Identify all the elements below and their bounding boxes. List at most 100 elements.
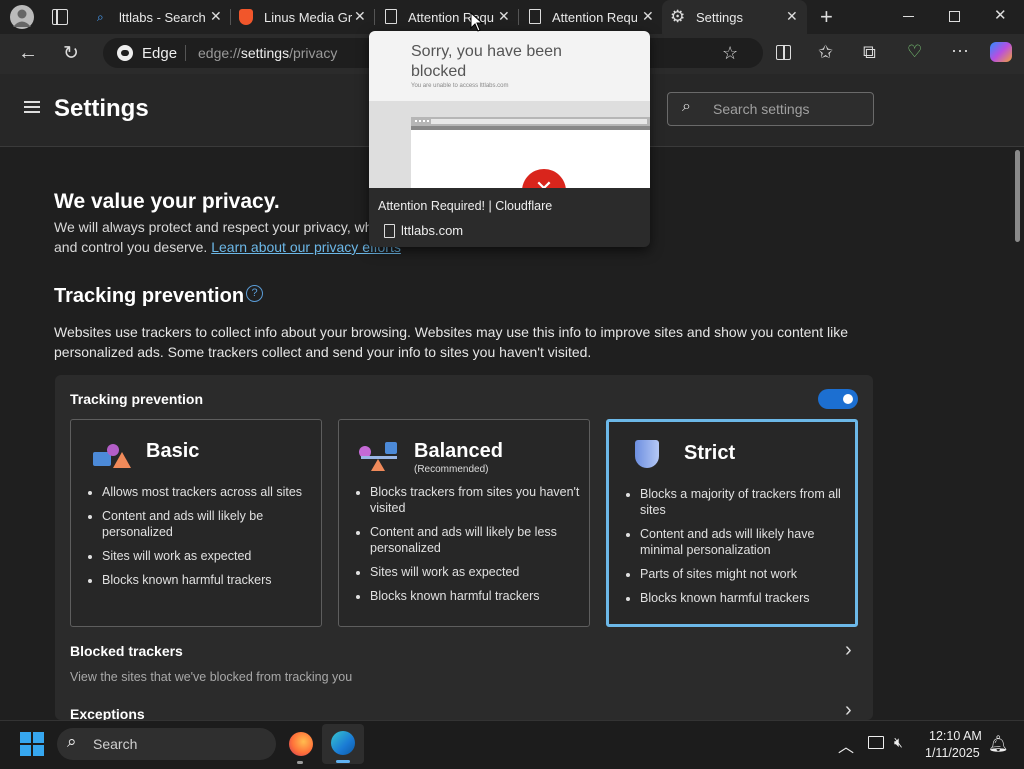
taskbar-search-placeholder: Search <box>93 736 138 752</box>
tracking-card-label: Tracking prevention <box>70 391 204 407</box>
bullet: Blocks a majority of trackers from all s… <box>640 486 852 518</box>
bullet: Sites will work as expected <box>102 548 314 564</box>
clock-time[interactable]: 12:10 AM <box>929 729 982 743</box>
page-thumbnail: Sorry, you have been blocked You are una… <box>369 31 650 188</box>
blocked-trackers-title: Blocked trackers <box>70 643 183 659</box>
thumbnail-subtext: You are unable to access lttlabs.com <box>411 83 509 89</box>
privacy-heading: We value your privacy. <box>54 190 280 213</box>
bullet: Blocks trackers from sites you haven't v… <box>370 484 582 516</box>
display-icon[interactable] <box>868 736 884 749</box>
tab-settings[interactable]: ⚙ Settings ✕ <box>662 0 807 34</box>
favorite-star-icon[interactable]: ☆ <box>722 43 738 64</box>
vertical-tabs-icon[interactable] <box>52 9 68 25</box>
option-basic[interactable]: Basic Allows most trackers across all si… <box>70 419 322 627</box>
toggle-knob <box>843 394 853 404</box>
hamburger-menu-icon[interactable] <box>24 101 40 113</box>
close-icon[interactable]: ✕ <box>786 8 798 25</box>
clock-date[interactable]: 1/11/2025 <box>925 746 980 760</box>
search-placeholder: Search settings <box>713 101 810 117</box>
restore-icon[interactable] <box>949 11 960 22</box>
chevron-up-icon[interactable]: ︿ <box>838 733 854 757</box>
bullet: Blocks known harmful trackers <box>640 590 852 606</box>
tab-attention-required-2[interactable]: Attention Requ ✕ <box>519 0 662 34</box>
browser-essentials-icon[interactable]: ♡ <box>907 42 922 62</box>
page-title: Settings <box>54 95 149 122</box>
new-tab-icon[interactable]: + <box>820 4 833 30</box>
scrollbar-thumb[interactable] <box>1015 150 1020 242</box>
favorites-icon[interactable]: ✩ <box>818 42 833 63</box>
option-title: Balanced <box>414 440 503 462</box>
close-icon[interactable]: ✕ <box>210 8 222 25</box>
tracking-prevention-heading: Tracking prevention <box>54 285 245 307</box>
thumbnail-heading-line1: Sorry, you have been <box>411 43 562 60</box>
edge-logo-icon <box>117 45 133 61</box>
exceptions-row[interactable]: Exceptions › <box>55 700 873 720</box>
url-path: settings <box>240 45 290 61</box>
url-text[interactable]: edge://settings/privacy <box>198 45 337 61</box>
minimize-icon[interactable] <box>903 16 914 17</box>
bullet: Parts of sites might not work <box>640 566 852 582</box>
chevron-right-icon: › <box>845 700 852 720</box>
option-balanced[interactable]: Balanced (Recommended) Blocks trackers f… <box>338 419 590 627</box>
firefox-icon[interactable] <box>289 732 313 756</box>
more-menu-icon[interactable]: ··· <box>951 40 969 61</box>
option-title: Strict <box>684 442 736 464</box>
option-strict[interactable]: Strict Blocks a majority of trackers fro… <box>606 419 858 627</box>
help-icon[interactable]: ? <box>246 285 263 302</box>
search-icon: ⌕ <box>67 732 77 751</box>
thumbnail-browser-frame: ✕ <box>411 117 650 188</box>
windows-start-icon[interactable] <box>20 732 44 756</box>
bullet: Allows most trackers across all sites <box>102 484 314 500</box>
url-prefix: edge:// <box>198 45 241 61</box>
page-icon <box>384 224 395 238</box>
tab-title: Attention Requ <box>408 9 495 25</box>
close-icon[interactable]: ✕ <box>354 8 366 25</box>
close-icon[interactable]: ✕ <box>642 8 654 25</box>
brave-lion-icon <box>239 9 253 25</box>
bullet: Blocks known harmful trackers <box>102 572 314 588</box>
tab-lttlabs-search[interactable]: ⌕ lttlabs - Search ✕ <box>85 0 230 34</box>
person-icon <box>13 9 31 27</box>
collections-icon[interactable]: ⧉ <box>863 42 876 63</box>
close-icon[interactable]: ✕ <box>498 8 510 25</box>
close-window-icon[interactable]: ✕ <box>994 6 1007 24</box>
tab-title: Settings <box>696 9 743 25</box>
tab-hover-preview: Sorry, you have been blocked You are una… <box>369 31 650 247</box>
exceptions-title: Exceptions <box>70 706 145 720</box>
copilot-icon[interactable] <box>990 42 1012 62</box>
bing-search-icon: ⌕ <box>97 10 104 24</box>
bullet: Content and ads will likely be personali… <box>102 508 314 540</box>
edge-browser-icon <box>331 731 355 755</box>
firefox-running-indicator <box>297 761 303 764</box>
taskbar-search-box[interactable]: ⌕ Search <box>57 728 276 760</box>
split-screen-icon[interactable] <box>776 45 791 60</box>
refresh-icon[interactable]: ↻ <box>63 42 79 65</box>
tab-linus-media-group[interactable]: Linus Media Gr ✕ <box>231 0 374 34</box>
tab-attention-required-1[interactable]: Attention Requ ✕ <box>375 0 518 34</box>
edge-label: Edge <box>142 45 178 62</box>
preview-page-title: Attention Required! | Cloudflare <box>378 199 553 213</box>
tab-title: Attention Requ <box>552 9 637 25</box>
volume-muted-icon[interactable]: 🔇︎ <box>894 734 903 751</box>
privacy-body-text: and control you deserve. <box>54 239 208 255</box>
back-icon[interactable]: ← <box>18 42 38 65</box>
notifications-bell-icon[interactable]: 🔔︎ <box>988 734 1008 754</box>
tracking-description-line1: Websites use trackers to collect info ab… <box>54 324 848 340</box>
search-icon: ⌕ <box>682 98 691 115</box>
bullet: Blocks known harmful trackers <box>370 588 582 604</box>
shield-icon <box>635 440 659 468</box>
privacy-body-line2: and control you deserve. Learn about our… <box>54 237 401 257</box>
edge-taskbar-button[interactable] <box>322 724 364 764</box>
option-bullets: Allows most trackers across all sites Co… <box>85 484 314 596</box>
blocked-trackers-row[interactable]: Blocked trackers View the sites that we'… <box>55 636 873 692</box>
option-bullets: Blocks a majority of trackers from all s… <box>623 486 852 614</box>
privacy-body-line1: We will always protect and respect your … <box>54 219 373 235</box>
mouse-cursor-icon <box>470 12 484 32</box>
page-icon <box>385 9 397 24</box>
tracking-prevention-toggle[interactable] <box>818 389 858 409</box>
search-settings-input[interactable]: ⌕ Search settings <box>667 92 874 126</box>
profile-avatar[interactable] <box>10 5 34 29</box>
edge-active-indicator <box>336 760 350 763</box>
option-subtitle: (Recommended) <box>414 464 489 475</box>
balanced-scale-icon <box>359 440 399 472</box>
